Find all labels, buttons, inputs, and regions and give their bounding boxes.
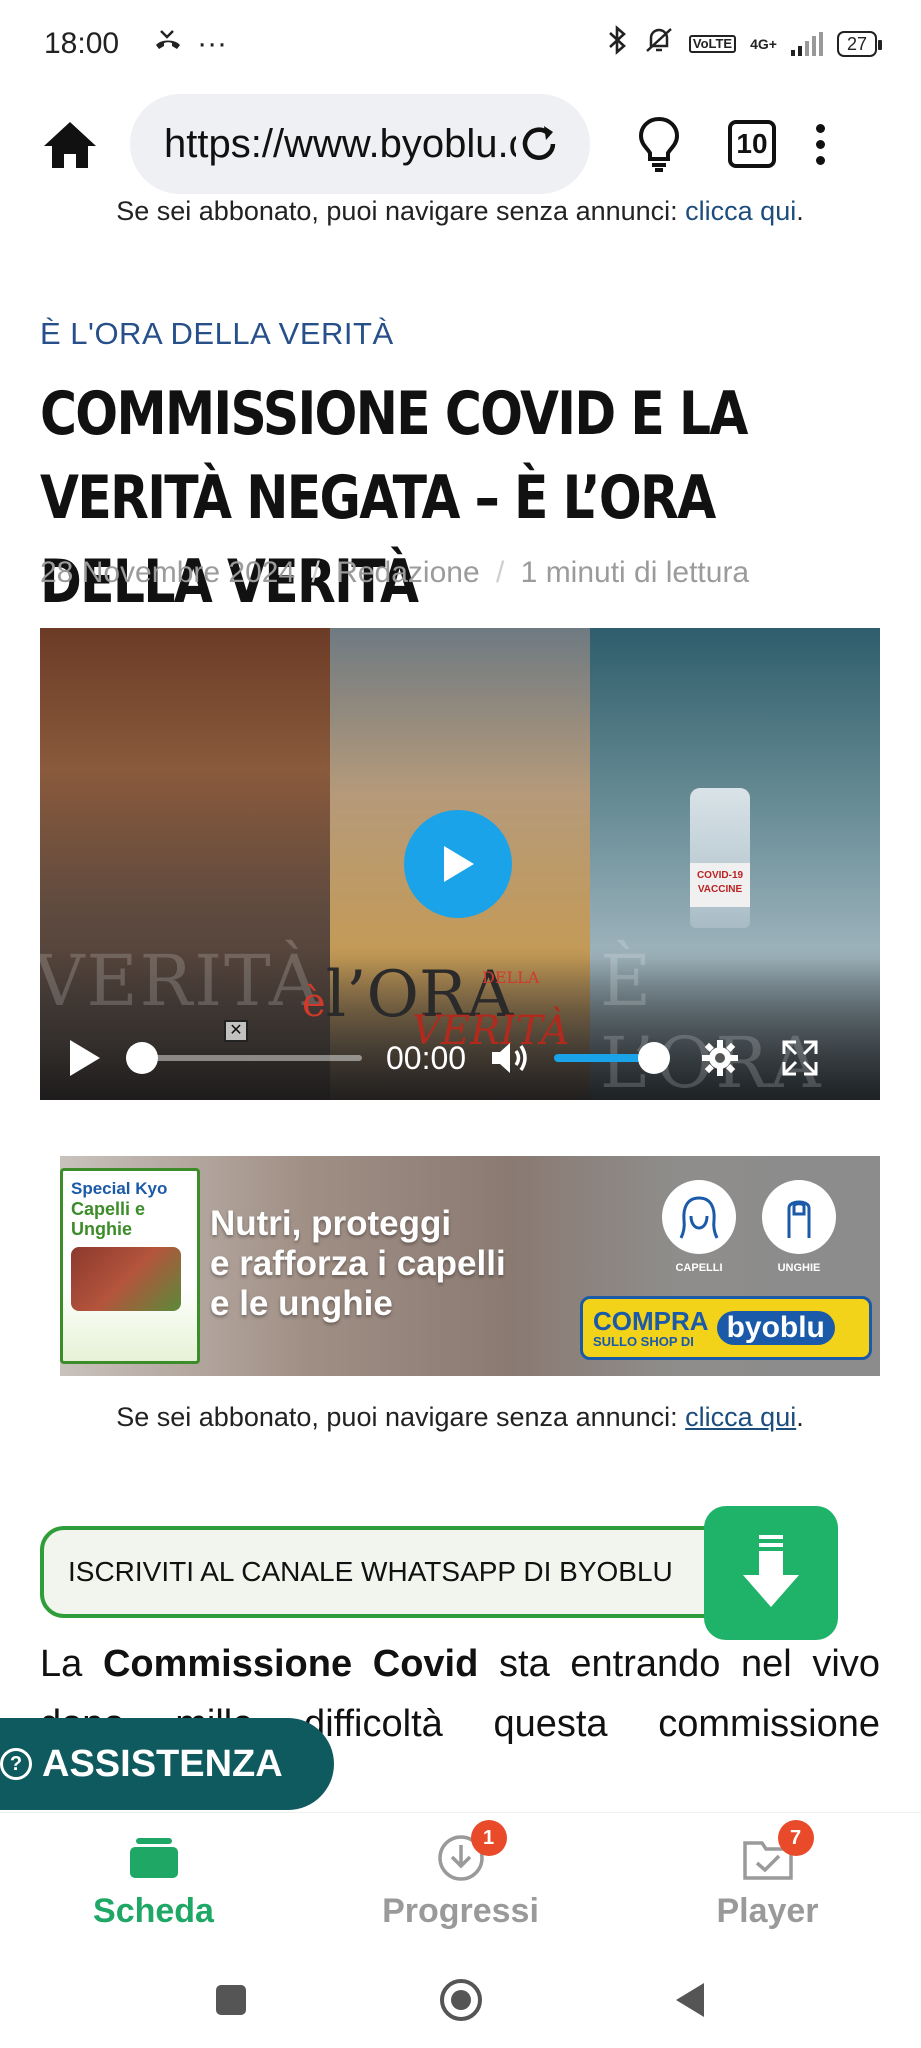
- subscriber-note-bottom: Se sei abbonato, puoi navigare senza ann…: [116, 1402, 804, 1432]
- download-arrow-icon: [743, 1535, 799, 1607]
- nav-item-scheda[interactable]: Scheda: [0, 1813, 307, 1952]
- battery-level: 27: [846, 33, 867, 54]
- tab-icon: [124, 1834, 184, 1882]
- video-play-button[interactable]: [404, 810, 512, 918]
- system-navigation-bar: [0, 1952, 921, 2048]
- video-player[interactable]: COVID-19 VACCINE VERITÀ È L’ORA èl’ORA D…: [40, 628, 880, 1100]
- video-time: 00:00: [386, 1039, 467, 1076]
- nav-item-progressi[interactable]: 1 Progressi: [307, 1813, 614, 1952]
- download-circle-icon: 1: [431, 1820, 507, 1882]
- nav-label-progressi: Progressi: [382, 1892, 539, 1930]
- home-nav-icon[interactable]: [438, 1977, 484, 2023]
- checked-folder-icon: 7: [738, 1820, 814, 1882]
- app-bottom-nav: Scheda 1 Progressi 7 Player: [0, 1812, 921, 1952]
- fullscreen-icon[interactable]: [780, 1038, 820, 1078]
- whatsapp-channel-button[interactable]: ISCRIVITI AL CANALE WHATSAPP DI BYOBLU: [40, 1526, 810, 1618]
- article-date: 28 Novembre 2024: [40, 556, 296, 589]
- ad-headline: Nutri, proteggi e rafforza i capelli e l…: [210, 1204, 506, 1323]
- body-bold-term: Commissione Covid: [102, 1643, 479, 1685]
- url-text: https://www.byoblu.com: [164, 121, 516, 166]
- article-kicker[interactable]: È L'ORA DELLA VERITÀ: [40, 316, 394, 352]
- home-icon[interactable]: [40, 114, 100, 174]
- signal-icon: [790, 32, 823, 56]
- progress-knob[interactable]: [126, 1042, 158, 1074]
- bluetooth-icon: [607, 25, 629, 63]
- control-play-icon[interactable]: [64, 1036, 104, 1080]
- status-time: 18:00: [44, 27, 120, 60]
- subscriber-link-top[interactable]: clicca qui: [685, 196, 796, 226]
- article-meta: 28 Novembre 2024 / Redazione / 1 minuti …: [40, 556, 750, 589]
- notifications-more-icon: ···: [197, 27, 228, 60]
- volume-knob[interactable]: [638, 1042, 671, 1074]
- address-bar[interactable]: https://www.byoblu.com: [130, 94, 590, 194]
- volume-slider[interactable]: [554, 1042, 671, 1074]
- browser-toolbar: https://www.byoblu.com 10: [0, 92, 921, 196]
- battery-icon: 27: [836, 31, 883, 57]
- video-controls: 00:00: [40, 1028, 880, 1088]
- volume-icon[interactable]: [488, 1038, 536, 1078]
- network-type: 4G+: [750, 36, 777, 52]
- subscriber-link-bottom[interactable]: clicca qui: [685, 1402, 796, 1432]
- progressi-badge: 1: [470, 1820, 507, 1856]
- hair-icon: CAPELLI: [660, 1180, 738, 1274]
- ora-della-verita-logo: èl’ORA DELLA VERITÀ: [302, 958, 570, 1054]
- subscriber-note-top: Se sei abbonato, puoi navigare senza ann…: [116, 196, 804, 226]
- ad-banner[interactable]: Special Kyo Capelli e Unghie Nutri, prot…: [60, 1156, 880, 1376]
- muted-bell-icon: [643, 25, 675, 63]
- back-icon[interactable]: [674, 1981, 708, 2019]
- vial-label: COVID-19 VACCINE: [690, 863, 750, 907]
- vaccine-vial-image: [690, 788, 750, 928]
- byoblu-logo: byoblu: [716, 1311, 835, 1345]
- volte-icon: VoLTE: [688, 35, 737, 53]
- reload-icon[interactable]: [516, 121, 562, 167]
- ad-brand: Special Kyo: [71, 1179, 168, 1198]
- missed-call-icon: [153, 27, 183, 61]
- ad-buy-button[interactable]: COMPRA SULLO SHOP DI byoblu: [580, 1296, 872, 1360]
- lightbulb-icon[interactable]: [634, 114, 684, 174]
- watermark-left: VERITÀ: [40, 940, 322, 1022]
- play-icon: [444, 846, 474, 882]
- status-bar: 18:00 ··· VoLTE 4G+ 27: [0, 0, 921, 88]
- video-progress-bar[interactable]: [126, 1042, 362, 1074]
- nav-label-player: Player: [716, 1892, 819, 1930]
- download-button[interactable]: [704, 1506, 838, 1640]
- nav-label-scheda: Scheda: [93, 1892, 214, 1930]
- settings-gear-icon[interactable]: [700, 1038, 740, 1078]
- article-read-time: 1 minuti di lettura: [520, 556, 750, 589]
- article-author[interactable]: Redazione: [336, 556, 479, 589]
- nail-icon: UNGHIE: [760, 1180, 838, 1274]
- tab-switcher-button[interactable]: 10: [728, 120, 776, 168]
- player-badge: 7: [777, 1820, 814, 1856]
- assistance-button[interactable]: ? ASSISTENZA: [0, 1718, 334, 1810]
- ad-icons: CAPELLI UNGHIE: [660, 1180, 838, 1274]
- menu-more-icon[interactable]: [816, 123, 825, 165]
- ad-product: Capelli e Unghie: [71, 1199, 146, 1239]
- ad-product-image: [71, 1247, 181, 1311]
- ad-product-box: Special Kyo Capelli e Unghie: [60, 1168, 200, 1364]
- nav-item-player[interactable]: 7 Player: [614, 1813, 921, 1952]
- recents-icon[interactable]: [214, 1983, 248, 2017]
- help-icon: ?: [0, 1748, 32, 1780]
